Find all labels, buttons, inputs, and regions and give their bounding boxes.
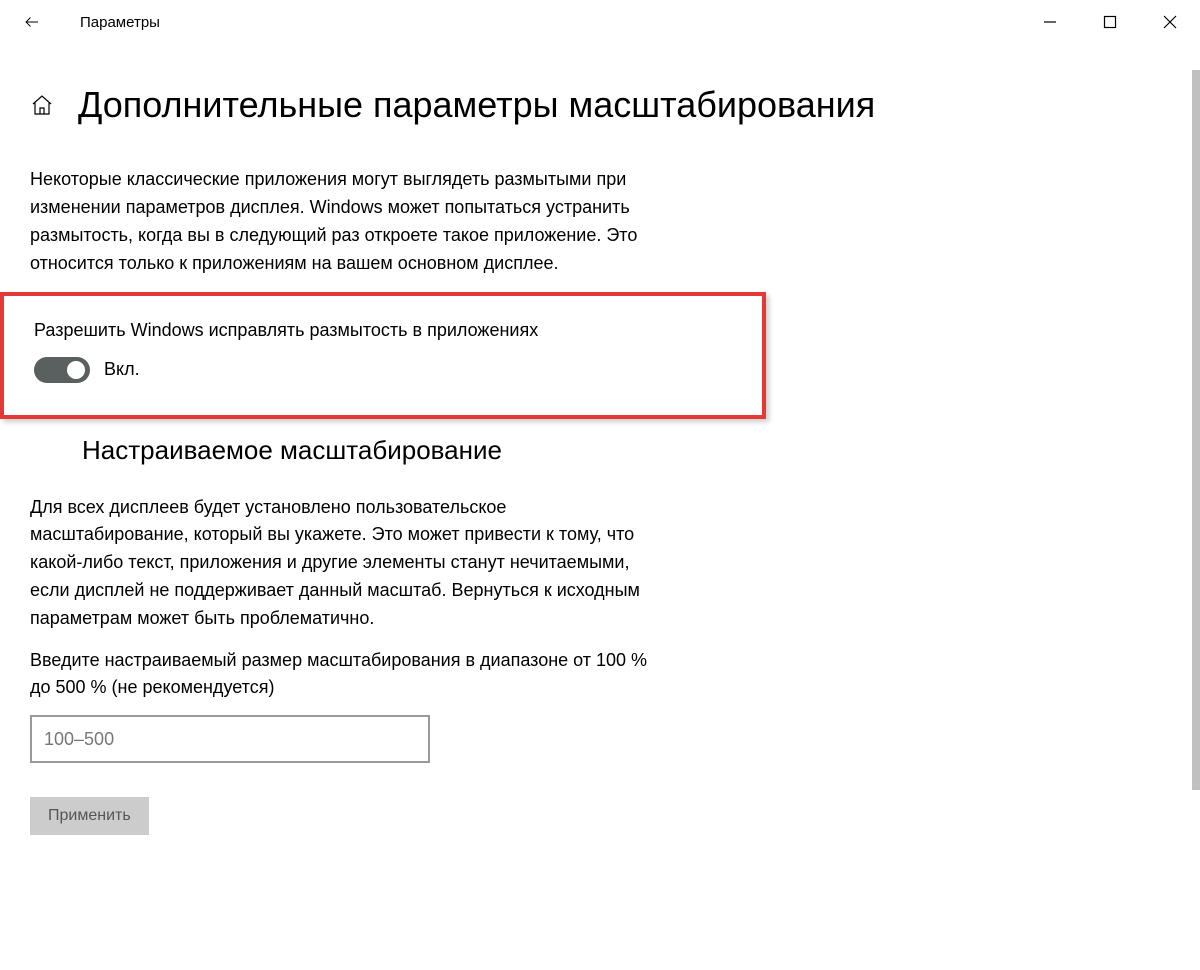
scrollbar-thumb[interactable] bbox=[1192, 70, 1200, 790]
toggle-row: Вкл. bbox=[34, 357, 762, 383]
arrow-left-icon bbox=[23, 13, 41, 31]
intro-description: Некоторые классические приложения могут … bbox=[30, 166, 650, 278]
minimize-button[interactable] bbox=[1020, 0, 1080, 44]
content-area: Дополнительные параметры масштабирования… bbox=[0, 44, 1200, 855]
close-icon bbox=[1163, 15, 1177, 29]
scaling-input[interactable] bbox=[30, 715, 430, 763]
maximize-button[interactable] bbox=[1080, 0, 1140, 44]
toggle-state-label: Вкл. bbox=[104, 359, 140, 380]
back-button[interactable] bbox=[20, 10, 44, 34]
maximize-icon bbox=[1103, 15, 1117, 29]
titlebar: Параметры bbox=[0, 0, 1200, 44]
page-title: Дополнительные параметры масштабирования bbox=[78, 84, 875, 126]
fix-blur-toggle[interactable] bbox=[34, 357, 90, 383]
window-title: Параметры bbox=[80, 14, 160, 31]
scaling-input-label: Введите настраиваемый размер масштабиров… bbox=[30, 647, 650, 701]
custom-scaling-heading: Настраиваемое масштабирование bbox=[82, 435, 1170, 466]
page-header: Дополнительные параметры масштабирования bbox=[30, 84, 1170, 126]
highlighted-fix-blur-section: Разрешить Windows исправлять размытость … bbox=[0, 292, 766, 419]
fix-blur-label: Разрешить Windows исправлять размытость … bbox=[34, 320, 762, 341]
scrollbar-track[interactable] bbox=[1192, 70, 1200, 940]
minimize-icon bbox=[1043, 15, 1057, 29]
toggle-knob bbox=[67, 361, 85, 379]
close-button[interactable] bbox=[1140, 0, 1200, 44]
titlebar-left: Параметры bbox=[20, 10, 160, 34]
window-controls bbox=[1020, 0, 1200, 44]
apply-button[interactable]: Применить bbox=[30, 797, 149, 835]
custom-scaling-description: Для всех дисплеев будет установлено поль… bbox=[30, 494, 650, 633]
home-icon[interactable] bbox=[30, 93, 54, 117]
